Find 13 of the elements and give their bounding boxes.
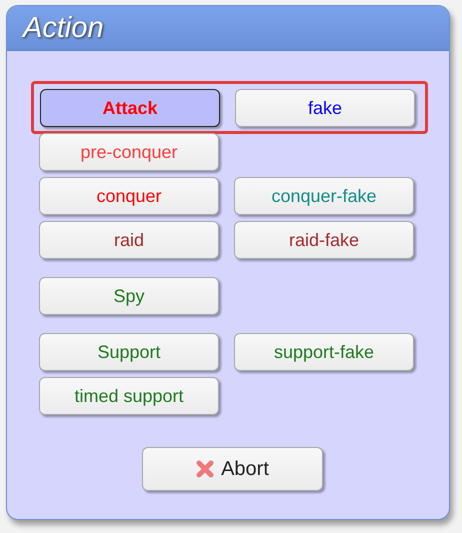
action-button[interactable]: pre-conquer: [39, 133, 219, 171]
action-button[interactable]: raid: [39, 221, 219, 259]
action-button[interactable]: fake: [235, 89, 415, 127]
action-button[interactable]: conquer: [39, 177, 219, 215]
action-button[interactable]: support-fake: [234, 333, 414, 371]
action-button[interactable]: timed support: [39, 377, 219, 415]
abort-button[interactable]: Abort: [142, 447, 322, 491]
dialog-title: Action: [23, 12, 104, 44]
action-button[interactable]: Support: [39, 333, 219, 371]
close-icon: [195, 459, 216, 479]
action-button[interactable]: Spy: [39, 277, 219, 315]
action-button[interactable]: conquer-fake: [234, 177, 414, 215]
action-button[interactable]: raid-fake: [234, 221, 414, 259]
